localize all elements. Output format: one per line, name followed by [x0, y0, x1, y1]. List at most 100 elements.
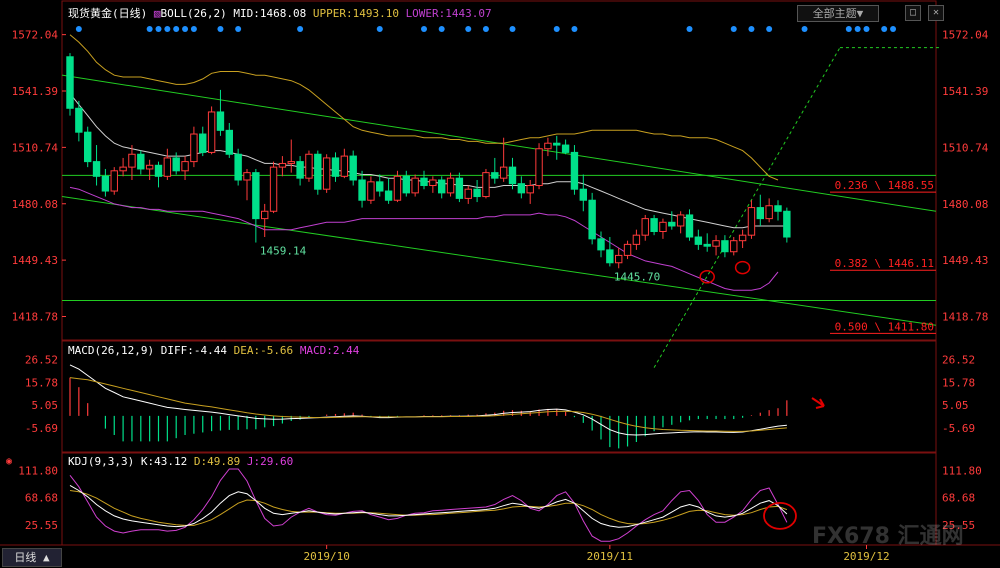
- upper-value: UPPER:1493.10: [312, 7, 399, 20]
- candle-body: [305, 153, 313, 179]
- candle-body: [296, 161, 304, 179]
- boll-label: BOLL(26,2): [160, 7, 227, 20]
- fib-level-label: 0.382 \ 1446.11: [835, 257, 934, 270]
- candle-body: [491, 172, 499, 179]
- candle-body: [349, 155, 357, 181]
- candle-body: [473, 188, 481, 198]
- kdj-axis-label-right: 68.68: [942, 492, 975, 505]
- kdj-axis-label-right: 111.80: [942, 464, 982, 477]
- candle-body: [207, 111, 216, 153]
- boll-icon: ▧: [153, 7, 161, 20]
- kdj-axis-label-left: 111.80: [18, 464, 58, 477]
- candle-body: [446, 177, 455, 194]
- candle-body: [225, 129, 234, 155]
- candle-body: [367, 181, 375, 201]
- candle-body: [154, 164, 163, 177]
- candle-body: [163, 157, 172, 177]
- signal-dot: [376, 26, 383, 32]
- price-axis-label-right: 1572.04: [942, 29, 989, 42]
- candle-body: [561, 144, 570, 153]
- price-axis-label-right: 1449.43: [942, 254, 988, 267]
- theme-select-button[interactable]: 全部主题▼: [797, 5, 879, 22]
- candle-body: [119, 166, 127, 172]
- chart-canvas: 1572.04 1572.04 1541.39 1541.39 1510.74 1510.…: [0, 0, 1000, 568]
- macd-name: MACD(26,12,9): [68, 344, 155, 357]
- candle-body: [544, 142, 552, 150]
- candle-body: [508, 166, 517, 185]
- candle-body: [376, 181, 384, 192]
- signal-dot: [190, 26, 197, 32]
- candle-body: [747, 207, 756, 236]
- candle-body: [252, 172, 260, 220]
- candle-body: [438, 179, 446, 194]
- macd-axis-label-right: 15.78: [942, 376, 975, 389]
- candle-body: [659, 221, 667, 232]
- candle-body: [128, 153, 136, 168]
- signal-dot: [845, 26, 852, 32]
- candle-body: [650, 218, 658, 232]
- candle-body: [331, 157, 340, 177]
- macd-axis-label-left: 15.78: [25, 376, 58, 389]
- price-axis-label-right: 1480.08: [942, 198, 988, 211]
- candle-body: [84, 131, 92, 163]
- candle-body: [579, 188, 587, 201]
- price-axis-label-right: 1510.74: [942, 141, 989, 154]
- watermark-logo: FX678 汇通网: [812, 524, 964, 549]
- restore-window-icon[interactable]: □: [905, 5, 921, 21]
- price-axis-label-left: 1480.08: [12, 198, 58, 211]
- candle-body: [756, 207, 764, 220]
- candle-body: [243, 172, 251, 181]
- time-axis-label: 2019/12: [843, 550, 889, 563]
- candle-body: [623, 243, 632, 256]
- candle-body: [765, 205, 773, 220]
- signal-dot: [235, 26, 242, 32]
- price-axis-label-left: 1510.74: [12, 141, 59, 154]
- macd-axis-label-left: 5.05: [32, 399, 59, 412]
- macd-axis-label-left: 26.52: [25, 354, 58, 367]
- candle-body: [75, 107, 83, 133]
- candle-body: [721, 240, 729, 253]
- candle-body: [261, 210, 269, 220]
- candle-body: [694, 236, 703, 245]
- candle-body: [570, 151, 579, 190]
- price-extreme-label: 1459.14: [260, 245, 307, 258]
- price-axis-label-left: 1449.43: [12, 254, 58, 267]
- candle-body: [429, 179, 437, 187]
- signal-dot: [766, 26, 773, 32]
- signal-dot: [155, 26, 162, 32]
- candle-body: [615, 254, 623, 264]
- candle-body: [110, 170, 118, 192]
- price-axis-label-right: 1418.78: [942, 310, 988, 323]
- candle-body: [269, 166, 278, 212]
- kdj-k: K:43.12: [140, 455, 188, 468]
- candle-body: [278, 162, 287, 168]
- candle-body: [676, 214, 685, 227]
- candle-body: [482, 172, 490, 198]
- candle-body: [384, 190, 393, 201]
- time-axis-label: 2019/10: [303, 550, 349, 563]
- candle-body: [588, 199, 596, 240]
- price-axis-label-left: 1418.78: [12, 310, 58, 323]
- candle-body: [685, 214, 694, 238]
- signal-dot: [509, 26, 516, 32]
- candle-body: [190, 133, 198, 163]
- macd-axis-label-right: 5.05: [942, 399, 969, 412]
- close-window-icon[interactable]: ✕: [928, 5, 944, 21]
- period-selector-button[interactable]: 日线 ▲: [2, 548, 62, 567]
- kdj-settings-icon[interactable]: ◉: [6, 456, 12, 467]
- signal-dot: [297, 26, 304, 32]
- candle-body: [287, 161, 295, 164]
- mid-value: MID:1468.08: [233, 7, 307, 20]
- candle-body: [455, 177, 464, 199]
- candle-body: [145, 164, 154, 170]
- candle-body: [340, 155, 349, 177]
- candle-body: [668, 221, 676, 227]
- candle-body: [234, 153, 242, 181]
- candle-body: [703, 243, 711, 247]
- price-axis-label-right: 1541.39: [942, 85, 988, 98]
- price-extreme-label: 1445.70: [614, 270, 660, 283]
- macd-value: MACD:2.44: [299, 344, 360, 357]
- candle-body: [181, 161, 189, 172]
- kdj-header: KDJ(9,3,3) K:43.12 D:49.89 J:29.60: [68, 455, 293, 468]
- candle-body: [632, 234, 641, 245]
